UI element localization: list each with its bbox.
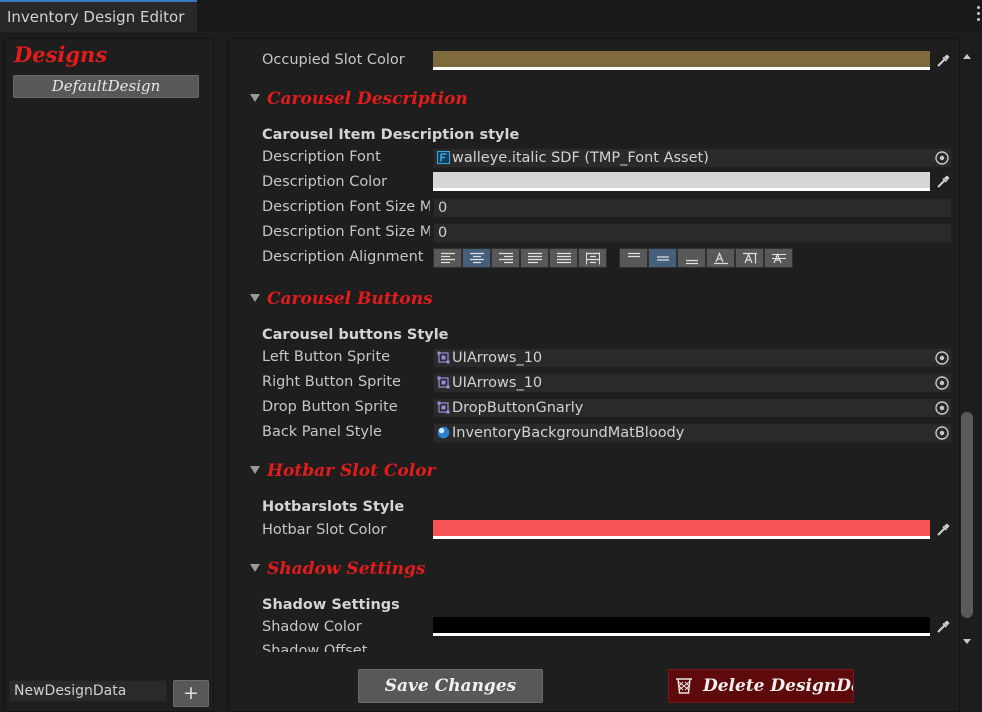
- material-icon: [437, 426, 450, 439]
- description-font-size-max-input[interactable]: 0: [433, 223, 952, 243]
- scrollbar-thumb[interactable]: [961, 412, 973, 618]
- align-bottom-icon: [685, 259, 698, 265]
- inspector-scroll-view: Occupied Slot Color Carousel Description…: [229, 39, 959, 652]
- object-picker-icon[interactable]: [933, 374, 951, 392]
- description-alignment-label: Description Alignment: [262, 249, 424, 265]
- sprite-icon: [437, 376, 450, 389]
- designs-title: Designs: [14, 42, 108, 67]
- eyedropper-icon[interactable]: [935, 174, 951, 190]
- carousel-buttons-style-header: Carousel buttons Style: [262, 327, 449, 343]
- shadow-offset-label: Shadow Offset: [262, 643, 368, 652]
- right-button-sprite-field[interactable]: UIArrows_10: [433, 373, 952, 393]
- object-picker-icon[interactable]: [933, 424, 951, 442]
- hotbar-slot-color-label: Hotbar Slot Color: [262, 522, 387, 538]
- align-left-icon: [440, 252, 455, 264]
- align-flush-button[interactable]: [549, 248, 578, 268]
- right-button-sprite-label: Right Button Sprite: [262, 374, 401, 390]
- drop-button-sprite-label: Drop Button Sprite: [262, 399, 398, 415]
- align-midline-icon: [742, 252, 757, 264]
- description-font-field[interactable]: walleye.italic SDF (TMP_Font Asset): [433, 148, 952, 168]
- align-justified-button[interactable]: [520, 248, 549, 268]
- object-picker-icon[interactable]: [933, 399, 951, 417]
- drop-button-sprite-field[interactable]: DropButtonGnarly: [433, 398, 952, 418]
- font-asset-icon: [437, 151, 450, 164]
- save-changes-button[interactable]: Save Changes: [358, 669, 543, 703]
- scroll-down-icon[interactable]: [962, 638, 972, 646]
- back-panel-style-label: Back Panel Style: [262, 424, 382, 440]
- align-center-icon: [469, 252, 484, 264]
- left-button-sprite-field[interactable]: UIArrows_10: [433, 348, 952, 368]
- align-geometry-icon: [585, 252, 600, 265]
- align-middle-icon: [656, 256, 669, 261]
- description-font-size-max-label: Description Font Size Max: [262, 224, 430, 240]
- shadow-settings-header: Shadow Settings: [262, 597, 400, 613]
- description-style-header: Carousel Item Description style: [262, 127, 520, 143]
- align-right-icon: [498, 252, 513, 264]
- align-capline-button[interactable]: [764, 248, 793, 268]
- align-baseline-icon: [713, 252, 728, 265]
- occupied-slot-color-field[interactable]: [433, 51, 930, 70]
- left-button-sprite-label: Left Button Sprite: [262, 349, 391, 365]
- align-top-icon: [627, 252, 640, 258]
- foldout-arrow-icon[interactable]: [250, 294, 260, 302]
- eyedropper-icon[interactable]: [935, 53, 951, 69]
- shadow-settings-section[interactable]: Shadow Settings: [250, 559, 426, 579]
- align-center-button[interactable]: [462, 248, 491, 268]
- sprite-icon: [437, 401, 450, 414]
- designs-panel: [4, 38, 214, 712]
- align-flush-icon: [556, 252, 571, 264]
- sprite-icon: [437, 351, 450, 364]
- align-left-button[interactable]: [433, 248, 462, 268]
- description-font-size-min-label: Description Font Size Min: [262, 199, 430, 215]
- carousel-description-section[interactable]: Carousel Description: [250, 89, 468, 109]
- hotbarslots-style-header: Hotbarslots Style: [262, 499, 405, 515]
- add-design-button[interactable]: +: [173, 680, 209, 707]
- foldout-arrow-icon[interactable]: [250, 466, 260, 474]
- delete-design-button[interactable]: Delete DesignData: [668, 669, 854, 703]
- description-font-label: Description Font: [262, 149, 381, 165]
- shadow-color-label: Shadow Color: [262, 619, 362, 635]
- object-picker-icon[interactable]: [933, 349, 951, 367]
- occupied-slot-color-label: Occupied Slot Color: [262, 52, 405, 68]
- scroll-up-icon[interactable]: [962, 52, 972, 60]
- align-right-button[interactable]: [491, 248, 520, 268]
- align-capline-icon: [771, 252, 786, 264]
- more-options-icon[interactable]: [976, 6, 982, 24]
- description-color-label: Description Color: [262, 174, 388, 190]
- description-color-field[interactable]: [433, 172, 930, 191]
- eyedropper-icon[interactable]: [935, 619, 951, 635]
- align-baseline-button[interactable]: [706, 248, 735, 268]
- align-bottom-button[interactable]: [677, 248, 706, 268]
- trash-icon: [676, 678, 692, 694]
- new-design-name-input[interactable]: [9, 680, 167, 702]
- foldout-arrow-icon[interactable]: [250, 94, 260, 102]
- hotbar-slot-color-field[interactable]: [433, 520, 930, 539]
- object-picker-icon[interactable]: [933, 149, 951, 167]
- align-top-button[interactable]: [619, 248, 648, 268]
- align-middle-button[interactable]: [648, 248, 677, 268]
- hotbar-slot-color-section[interactable]: Hotbar Slot Color: [250, 461, 436, 481]
- window-tab[interactable]: Inventory Design Editor: [0, 0, 197, 32]
- description-font-size-min-input[interactable]: 0: [433, 198, 952, 218]
- align-justified-icon: [527, 252, 542, 264]
- shadow-color-field[interactable]: [433, 617, 930, 636]
- design-list-item[interactable]: DefaultDesign: [13, 75, 199, 98]
- back-panel-style-field[interactable]: InventoryBackgroundMatBloody: [433, 423, 952, 443]
- carousel-buttons-section[interactable]: Carousel Buttons: [250, 289, 433, 309]
- eyedropper-icon[interactable]: [935, 522, 951, 538]
- foldout-arrow-icon[interactable]: [250, 564, 260, 572]
- align-midline-button[interactable]: [735, 248, 764, 268]
- align-geometry-center-button[interactable]: [578, 248, 607, 268]
